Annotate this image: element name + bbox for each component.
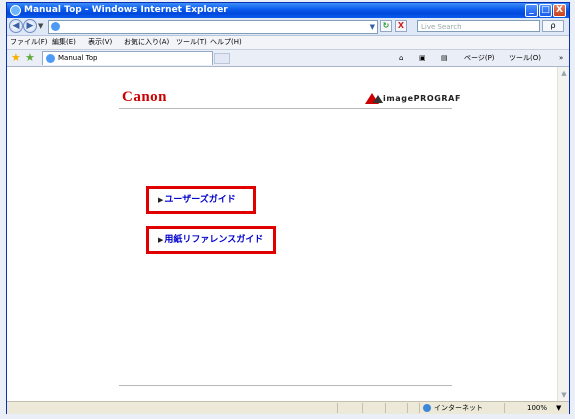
stop-button[interactable]: X [395, 20, 407, 32]
maximize-button[interactable]: □ [539, 4, 552, 17]
print-button[interactable]: ▤ [441, 52, 448, 64]
status-divider [385, 403, 386, 413]
internet-zone-icon [423, 404, 431, 412]
imageprograf-text: imagePROGRAF [383, 94, 462, 103]
link-arrow-icon: ▶ [158, 196, 164, 204]
menu-file[interactable]: ファイル(F) [10, 37, 48, 48]
zoom-dropdown-icon[interactable]: ▼ [556, 402, 561, 414]
users-guide-label: ユーザーズガイド [164, 195, 236, 205]
history-dropdown-icon[interactable]: ▼ [38, 22, 43, 30]
page-content: Canon imagePROGRAF ▶ユーザーズガイド ▶用紙リファレンスガイ… [7, 67, 557, 401]
zoom-level[interactable]: 100% [527, 402, 547, 414]
status-divider [407, 403, 408, 413]
favorites-star-icon[interactable]: ★ [11, 51, 21, 64]
security-zone-label: インターネット [434, 404, 483, 412]
toolbar-overflow-button[interactable]: » [559, 52, 563, 64]
canon-logo: Canon [122, 89, 168, 105]
browser-window: Manual Top - Windows Internet Explorer _… [6, 2, 570, 414]
header-divider [119, 108, 452, 109]
link-arrow-icon: ▶ [158, 236, 164, 244]
tab-bar: ★ ★ Manual Top ⌂ ▣ ▤ ページ(P) ツール(O) » [7, 50, 569, 67]
feeds-button[interactable]: ▣ [419, 52, 426, 64]
paper-reference-guide-link[interactable]: ▶用紙リファレンスガイド [146, 226, 276, 254]
users-guide-link[interactable]: ▶ユーザーズガイド [146, 186, 256, 214]
tools-menu[interactable]: ツール(O) [509, 52, 541, 64]
menu-favorites[interactable]: お気に入り(A) [124, 37, 169, 48]
menu-help[interactable]: ヘルプ(H) [210, 37, 242, 48]
scroll-up-icon[interactable]: ▲ [559, 69, 569, 77]
footer-divider [119, 385, 452, 386]
menu-tools[interactable]: ツール(T) [176, 37, 207, 48]
scroll-down-icon[interactable]: ▼ [559, 391, 569, 399]
search-input[interactable]: Live Search [417, 20, 540, 32]
window-title: Manual Top - Windows Internet Explorer [24, 5, 228, 15]
back-button[interactable]: ◀ [9, 19, 23, 33]
new-tab-button[interactable] [214, 53, 230, 64]
tab-page-icon [46, 54, 55, 63]
title-bar[interactable]: Manual Top - Windows Internet Explorer _… [7, 3, 569, 18]
address-toolbar: ◀ ▶ ▼ ▼ ↻ X Live Search ρ [7, 18, 569, 36]
home-button[interactable]: ⌂ [399, 52, 403, 64]
menu-view[interactable]: 表示(V) [88, 37, 112, 48]
status-divider [337, 403, 338, 413]
page-icon [51, 22, 60, 31]
imageprograf-mark-secondary-icon [373, 95, 383, 103]
search-button[interactable]: ρ [542, 20, 564, 32]
status-divider [419, 403, 420, 413]
tab-label: Manual Top [58, 54, 98, 62]
forward-button[interactable]: ▶ [23, 19, 37, 33]
minimize-button[interactable]: _ [525, 4, 538, 17]
menu-bar: ファイル(F) 編集(E) 表示(V) お気に入り(A) ツール(T) ヘルプ(… [7, 36, 569, 50]
paper-reference-guide-label: 用紙リファレンスガイド [164, 235, 264, 245]
vertical-scrollbar[interactable]: ▲ ▼ [557, 67, 569, 401]
address-field[interactable]: ▼ [48, 20, 378, 34]
refresh-button[interactable]: ↻ [380, 20, 392, 32]
menu-edit[interactable]: 編集(E) [52, 37, 76, 48]
status-bar: インターネット 100% ▼ [7, 401, 569, 414]
screen: Manual Top - Windows Internet Explorer _… [0, 0, 575, 419]
add-favorites-icon[interactable]: ★ [25, 51, 35, 64]
address-dropdown-icon[interactable]: ▼ [370, 21, 375, 33]
ie-logo-icon [10, 5, 21, 16]
status-divider [504, 403, 505, 413]
close-button[interactable]: X [553, 4, 566, 17]
status-divider [362, 403, 363, 413]
page-menu[interactable]: ページ(P) [464, 52, 495, 64]
tab-manual-top[interactable]: Manual Top [42, 51, 213, 65]
